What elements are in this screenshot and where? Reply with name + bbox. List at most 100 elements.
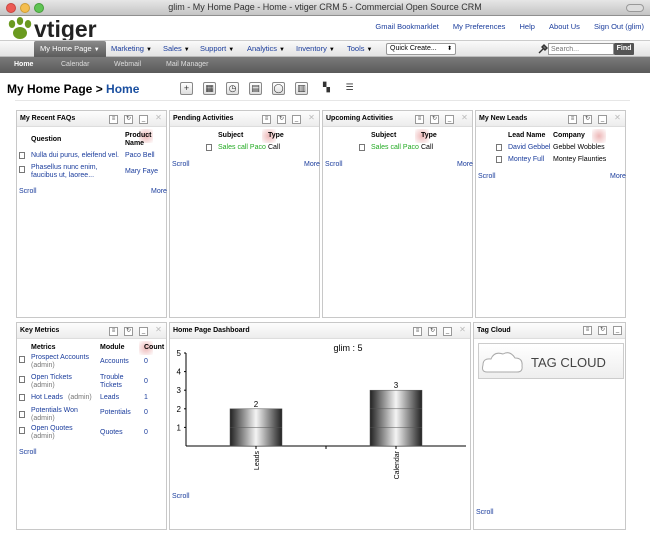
metric-module-link-cont[interactable]: Tickets xyxy=(100,382,122,390)
module-tab-analytics[interactable]: Analytics ▼ xyxy=(241,41,291,57)
metric-link[interactable]: Open Quotes xyxy=(31,425,73,433)
edit-widget-icon[interactable]: ≡ xyxy=(262,115,271,124)
faq-product-link[interactable]: Mary Faye xyxy=(125,168,158,176)
calendar-icon[interactable]: ▦ xyxy=(203,82,216,95)
close-widget-icon[interactable]: ✕ xyxy=(307,114,316,123)
metric-link[interactable]: Prospect Accounts xyxy=(31,354,89,362)
edit-widget-icon[interactable]: ≡ xyxy=(568,115,577,124)
breadcrumb-module[interactable]: My Home Page > xyxy=(7,82,106,96)
module-tab-support[interactable]: Support ▼ xyxy=(194,41,240,57)
more-link[interactable]: More xyxy=(304,161,320,168)
metric-count[interactable]: 1 xyxy=(144,394,148,402)
subnav-mail-manager[interactable]: Mail Manager xyxy=(166,61,208,68)
chat-icon[interactable]: ◯ xyxy=(272,82,285,95)
module-tab-marketing[interactable]: Marketing ▼ xyxy=(105,41,158,57)
metric-count[interactable]: 0 xyxy=(144,358,148,366)
metric-count[interactable]: 0 xyxy=(144,378,148,386)
notebook-icon[interactable]: ▥ xyxy=(295,82,308,95)
activity-subject-link[interactable]: Sales call Paco xyxy=(218,144,266,152)
edit-widget-icon[interactable]: ≡ xyxy=(583,326,592,335)
more-link[interactable]: More xyxy=(151,188,167,195)
subnav-webmail[interactable]: Webmail xyxy=(114,61,141,68)
close-widget-icon[interactable]: ✕ xyxy=(460,114,469,123)
widget-title: Upcoming Activities xyxy=(326,115,394,122)
refresh-widget-icon[interactable]: ↻ xyxy=(124,115,133,124)
metric-count[interactable]: 0 xyxy=(144,409,148,417)
metric-link[interactable]: Potentials Won xyxy=(31,407,78,415)
scroll-link[interactable]: Scroll xyxy=(19,188,37,195)
minimize-widget-icon[interactable]: _ xyxy=(139,115,148,124)
vtiger-logo[interactable]: vtiger xyxy=(4,15,134,41)
edit-widget-icon[interactable]: ≡ xyxy=(415,115,424,124)
layout-columns-icon[interactable]: ▚ xyxy=(320,82,333,95)
refresh-widget-icon[interactable]: ↻ xyxy=(124,327,133,336)
column-header-product: Product xyxy=(125,132,152,139)
faq-question-link[interactable]: Nulla dui purus, eleifend vel. xyxy=(31,152,119,160)
more-link[interactable]: More xyxy=(457,161,473,168)
faq-question-link-cont[interactable]: faucibus ut, laoree... xyxy=(31,172,94,180)
edit-widget-icon[interactable]: ≡ xyxy=(109,115,118,124)
add-widget-icon[interactable]: + xyxy=(180,82,193,95)
module-tab-inventory[interactable]: Inventory ▼ xyxy=(290,41,341,57)
quick-create-select[interactable]: Quick Create... ⬍ xyxy=(386,43,456,55)
edit-widget-icon[interactable]: ≡ xyxy=(109,327,118,336)
metric-module-link[interactable]: Quotes xyxy=(100,429,123,437)
faq-product-link[interactable]: Paco Bell xyxy=(125,152,155,160)
widget-title: Tag Cloud xyxy=(477,327,511,334)
minimize-widget-icon[interactable]: _ xyxy=(139,327,148,336)
metric-module-link[interactable]: Potentials xyxy=(100,409,131,417)
widget-controls: ≡ ↻ _ xyxy=(577,326,622,335)
scroll-link[interactable]: Scroll xyxy=(172,161,190,168)
module-tab-tools[interactable]: Tools ▼ xyxy=(341,41,378,57)
reorder-list-icon[interactable]: ☰ xyxy=(343,82,356,95)
search-input[interactable] xyxy=(548,43,614,55)
close-widget-icon[interactable]: ✕ xyxy=(613,114,622,123)
activity-subject-link[interactable]: Sales call Paco xyxy=(371,144,419,152)
scroll-link[interactable]: Scroll xyxy=(19,449,37,456)
minimize-widget-icon[interactable]: _ xyxy=(613,326,622,335)
module-tab-my-home-page[interactable]: My Home Page ▼ xyxy=(34,41,106,57)
about-us-link[interactable]: About Us xyxy=(549,22,580,31)
scroll-link[interactable]: Scroll xyxy=(476,509,494,516)
scroll-link[interactable]: Scroll xyxy=(478,173,496,180)
metric-module-link[interactable]: Leads xyxy=(100,394,119,402)
quick-create-label: Quick Create... xyxy=(390,45,437,52)
toolbar-toggle-button[interactable] xyxy=(626,4,644,12)
sign-out-link[interactable]: Sign Out (glim) xyxy=(594,22,644,31)
subnav-calendar[interactable]: Calendar xyxy=(61,61,89,68)
refresh-widget-icon[interactable]: ↻ xyxy=(430,115,439,124)
metric-module-link[interactable]: Trouble xyxy=(100,374,123,382)
refresh-widget-icon[interactable]: ↻ xyxy=(583,115,592,124)
metric-module-link[interactable]: Accounts xyxy=(100,358,129,366)
minimize-widget-icon[interactable]: _ xyxy=(445,115,454,124)
metric-count[interactable]: 0 xyxy=(144,429,148,437)
minimize-widget-icon[interactable]: _ xyxy=(292,115,301,124)
scroll-link[interactable]: Scroll xyxy=(325,161,343,168)
subnav-home[interactable]: Home xyxy=(14,61,33,68)
refresh-widget-icon[interactable]: ↻ xyxy=(277,115,286,124)
metric-link[interactable]: Open Tickets xyxy=(31,374,72,382)
module-tab-sales[interactable]: Sales ▼ xyxy=(157,41,196,57)
help-link[interactable]: Help xyxy=(520,22,535,31)
close-widget-icon[interactable]: ✕ xyxy=(154,326,163,335)
lead-name-link[interactable]: David Gebbel xyxy=(508,144,550,152)
chart-title: glim : 5 xyxy=(333,343,362,353)
clock-icon[interactable]: ◷ xyxy=(226,82,239,95)
tools-search-icon[interactable] xyxy=(538,44,548,54)
column-header-name: Name xyxy=(125,140,145,147)
document-icon xyxy=(19,411,25,418)
widget-header: My New Leads ≡ ↻ _ ✕ xyxy=(476,111,625,127)
lead-name-link[interactable]: Montey Full xyxy=(508,156,544,164)
scroll-link[interactable]: Scroll xyxy=(172,493,190,500)
find-button[interactable]: Find xyxy=(614,43,634,55)
gmail-bookmarklet-link[interactable]: Gmail Bookmarklet xyxy=(375,22,438,31)
more-link[interactable]: More xyxy=(610,173,626,180)
refresh-widget-icon[interactable]: ↻ xyxy=(598,326,607,335)
faq-question-link[interactable]: Phasellus nunc enim, xyxy=(31,164,98,172)
my-preferences-link[interactable]: My Preferences xyxy=(453,22,506,31)
calculator-icon[interactable]: ▤ xyxy=(249,82,262,95)
close-widget-icon[interactable]: ✕ xyxy=(154,114,163,123)
cloud-icon: TAG CLOUD xyxy=(482,352,606,373)
minimize-widget-icon[interactable]: _ xyxy=(598,115,607,124)
metric-link[interactable]: Hot Leads xyxy=(31,394,63,402)
